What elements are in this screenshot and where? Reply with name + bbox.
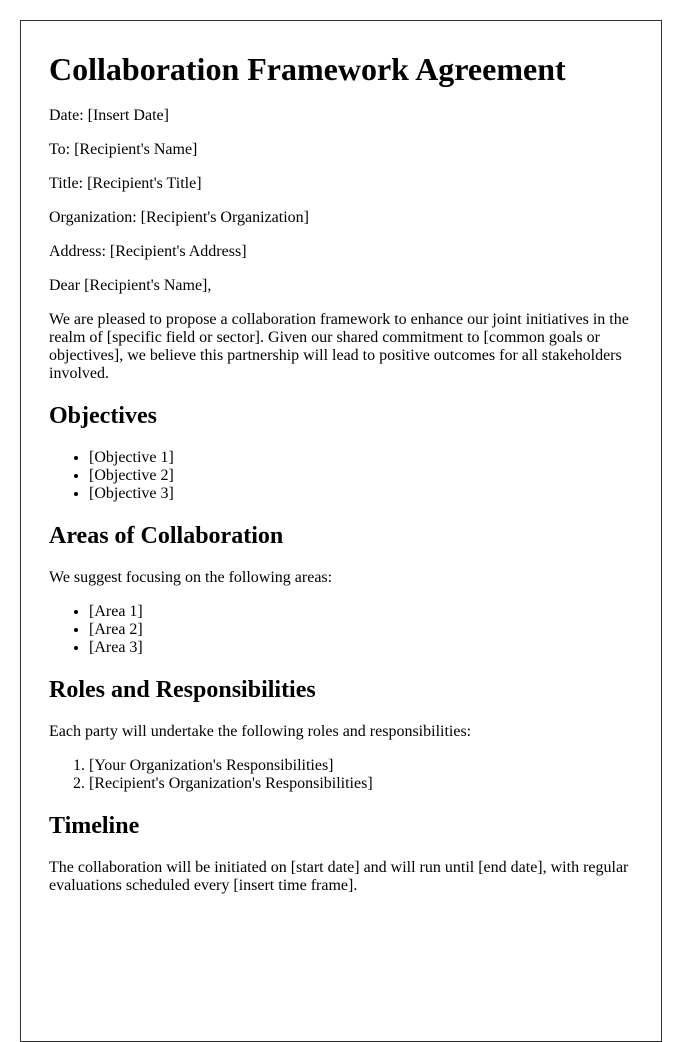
objective-item: [Objective 3]	[89, 485, 633, 503]
recipient-name-field: To: [Recipient's Name]	[49, 141, 198, 158]
role-item: [Recipient's Organization's Responsibili…	[89, 775, 633, 793]
objectives-list: [Objective 1] [Objective 2] [Objective 3…	[49, 449, 633, 503]
recipient-organization-field: Organization: [Recipient's Organization]	[49, 209, 309, 226]
objective-item: [Objective 1]	[89, 449, 633, 467]
area-item: [Area 2]	[89, 621, 633, 639]
objectives-heading: Objectives	[49, 403, 157, 429]
area-item: [Area 3]	[89, 639, 633, 657]
document-page: Collaboration Framework Agreement Date: …	[20, 20, 662, 1042]
timeline-heading: Timeline	[49, 813, 140, 839]
roles-heading: Roles and Responsibilities	[49, 677, 316, 703]
intro-paragraph: We are pleased to propose a collaboratio…	[49, 311, 629, 382]
roles-list: [Your Organization's Responsibilities] […	[49, 757, 633, 793]
recipient-title-field: Title: [Recipient's Title]	[49, 175, 202, 192]
areas-heading: Areas of Collaboration	[49, 523, 284, 549]
recipient-address-field: Address: [Recipient's Address]	[49, 243, 247, 260]
timeline-paragraph: The collaboration will be initiated on […	[49, 859, 629, 894]
objective-item: [Objective 2]	[89, 467, 633, 485]
document-title: Collaboration Framework Agreement	[49, 51, 566, 87]
area-item: [Area 1]	[89, 603, 633, 621]
areas-intro: We suggest focusing on the following are…	[49, 569, 333, 586]
roles-intro: Each party will undertake the following …	[49, 723, 472, 740]
areas-list: [Area 1] [Area 2] [Area 3]	[49, 603, 633, 657]
salutation: Dear [Recipient's Name],	[49, 277, 212, 294]
date-field: Date: [Insert Date]	[49, 107, 169, 124]
role-item: [Your Organization's Responsibilities]	[89, 757, 633, 775]
